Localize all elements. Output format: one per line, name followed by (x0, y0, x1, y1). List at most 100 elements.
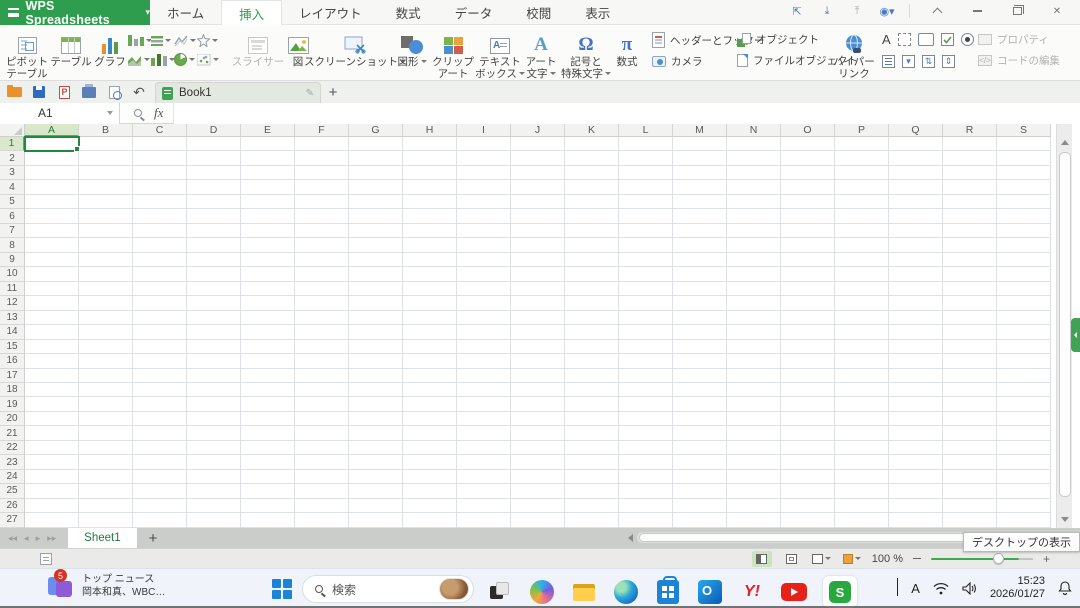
share-icon[interactable]: ⇱ (789, 4, 805, 18)
cell-A4[interactable] (25, 180, 79, 194)
cell-K16[interactable] (565, 354, 619, 368)
cell-R2[interactable] (943, 151, 997, 165)
cell-H15[interactable] (403, 340, 457, 354)
cell-H23[interactable] (403, 455, 457, 469)
column-header-Q[interactable]: Q (889, 124, 943, 137)
cell-C26[interactable] (133, 499, 187, 513)
cell-J25[interactable] (511, 484, 565, 498)
form-checkbox-icon[interactable] (941, 33, 954, 46)
cell-R8[interactable] (943, 238, 997, 252)
cell-E22[interactable] (241, 441, 295, 455)
equation-button[interactable]: π 数式 (612, 28, 642, 69)
cell-L24[interactable] (619, 470, 673, 484)
cell-D27[interactable] (187, 513, 241, 527)
cell-I27[interactable] (457, 513, 511, 527)
ime-mode-indicator[interactable]: A (911, 581, 920, 596)
cell-S20[interactable] (997, 412, 1051, 426)
cell-I5[interactable] (457, 195, 511, 209)
symbol-button[interactable]: Ω 記号と特殊文字 (560, 28, 612, 80)
zoom-slider-thumb[interactable] (993, 553, 1004, 564)
cell-I18[interactable] (457, 383, 511, 397)
cell-R26[interactable] (943, 499, 997, 513)
cell-E3[interactable] (241, 166, 295, 180)
new-document-tab-button[interactable]: + (321, 81, 345, 103)
cell-D8[interactable] (187, 238, 241, 252)
column-header-I[interactable]: I (457, 124, 511, 137)
cell-K15[interactable] (565, 340, 619, 354)
tab-home[interactable]: ホーム (150, 0, 221, 25)
cell-I16[interactable] (457, 354, 511, 368)
chart-type-column-icon[interactable] (128, 34, 151, 48)
yahoo-button[interactable]: Y! (739, 579, 765, 605)
cell-E6[interactable] (241, 209, 295, 223)
chart-button[interactable]: グラフ (94, 28, 126, 69)
cell-D9[interactable] (187, 253, 241, 267)
cell-C11[interactable] (133, 282, 187, 296)
form-combobox-icon[interactable]: ▾ (902, 55, 915, 68)
cell-L10[interactable] (619, 267, 673, 281)
cell-F8[interactable] (295, 238, 349, 252)
cell-S9[interactable] (997, 253, 1051, 267)
cell-S16[interactable] (997, 354, 1051, 368)
row-header-20[interactable]: 20 (0, 412, 25, 426)
edge-button[interactable] (613, 579, 639, 605)
cell-F25[interactable] (295, 484, 349, 498)
cell-F23[interactable] (295, 455, 349, 469)
cell-E2[interactable] (241, 151, 295, 165)
cell-M23[interactable] (673, 455, 727, 469)
cell-G7[interactable] (349, 224, 403, 238)
cell-C25[interactable] (133, 484, 187, 498)
column-header-P[interactable]: P (835, 124, 889, 137)
cell-R12[interactable] (943, 296, 997, 310)
cell-Q24[interactable] (889, 470, 943, 484)
cell-J24[interactable] (511, 470, 565, 484)
tab-formulas[interactable]: 数式 (379, 0, 438, 25)
cell-R15[interactable] (943, 340, 997, 354)
cell-C16[interactable] (133, 354, 187, 368)
chart-type-bar-icon[interactable] (151, 34, 174, 48)
cell-O16[interactable] (781, 354, 835, 368)
cell-F13[interactable] (295, 311, 349, 325)
cell-I9[interactable] (457, 253, 511, 267)
cell-F27[interactable] (295, 513, 349, 527)
cell-O2[interactable] (781, 151, 835, 165)
column-header-D[interactable]: D (187, 124, 241, 137)
cell-P2[interactable] (835, 151, 889, 165)
cell-O18[interactable] (781, 383, 835, 397)
cell-E18[interactable] (241, 383, 295, 397)
cell-S15[interactable] (997, 340, 1051, 354)
cell-D3[interactable] (187, 166, 241, 180)
cell-F10[interactable] (295, 267, 349, 281)
cell-K5[interactable] (565, 195, 619, 209)
vertical-scrollbar[interactable] (1056, 124, 1072, 528)
cell-G24[interactable] (349, 470, 403, 484)
cell-I17[interactable] (457, 369, 511, 383)
taskbar-clock[interactable]: 15:23 2026/01/27 (990, 575, 1045, 601)
search-box[interactable]: 検索 (302, 575, 474, 603)
cell-M3[interactable] (673, 166, 727, 180)
cell-Q20[interactable] (889, 412, 943, 426)
cell-O17[interactable] (781, 369, 835, 383)
cell-N17[interactable] (727, 369, 781, 383)
column-header-S[interactable]: S (997, 124, 1051, 137)
cell-G21[interactable] (349, 426, 403, 440)
cell-Q7[interactable] (889, 224, 943, 238)
cell-C21[interactable] (133, 426, 187, 440)
cell-Q25[interactable] (889, 484, 943, 498)
cell-N22[interactable] (727, 441, 781, 455)
cell-E19[interactable] (241, 397, 295, 411)
cell-L25[interactable] (619, 484, 673, 498)
cell-J18[interactable] (511, 383, 565, 397)
cell-Q12[interactable] (889, 296, 943, 310)
cell-C12[interactable] (133, 296, 187, 310)
cell-L6[interactable] (619, 209, 673, 223)
cell-P26[interactable] (835, 499, 889, 513)
tab-layout[interactable]: レイアウト (282, 0, 379, 25)
cell-I13[interactable] (457, 311, 511, 325)
cell-H19[interactable] (403, 397, 457, 411)
cell-L8[interactable] (619, 238, 673, 252)
cell-C14[interactable] (133, 325, 187, 339)
tab-review[interactable]: 校閲 (509, 0, 568, 25)
cell-J8[interactable] (511, 238, 565, 252)
scroll-up-icon[interactable] (1061, 140, 1069, 145)
